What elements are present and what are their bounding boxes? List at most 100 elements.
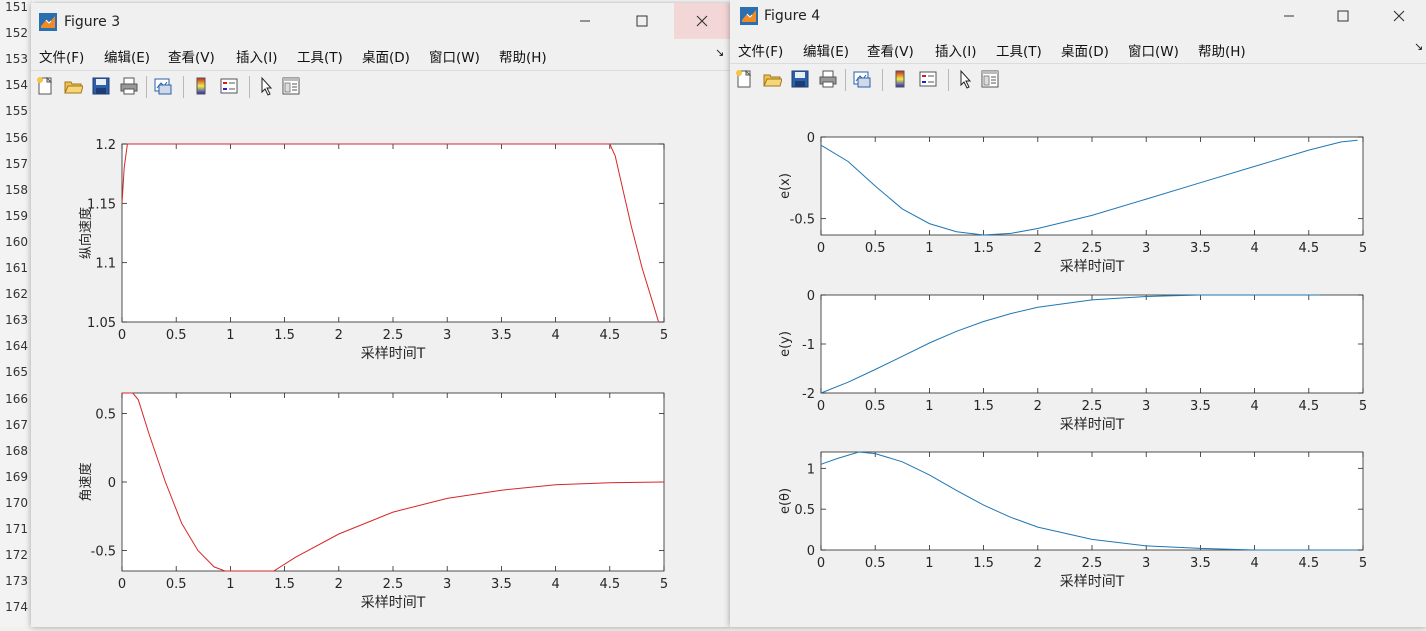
menu-item[interactable]: 查看(V) [867, 40, 914, 60]
toolbar-expand-icon[interactable]: ↘ [715, 46, 724, 59]
figure-3-window[interactable]: Figure 3 文件(F) 编辑(E) 查看(V) 插入(I) 工具(T) 桌面(D) 窗… [31, 3, 730, 627]
plot-area [820, 136, 1364, 236]
x-tick-label: 2 [1034, 399, 1042, 414]
matlab-logo-icon [740, 7, 758, 25]
line-number: 174 [5, 600, 28, 615]
x-tick-label: 0.5 [865, 241, 886, 256]
line-number: 172 [5, 548, 28, 563]
line-number: 159 [5, 208, 28, 223]
x-tick-label: 5 [660, 577, 668, 592]
axes[interactable]: 0 0.5 1 1.5 2 2.5 3 3.5 4 4.5 51.051.11.151.2采样时间T… [78, 138, 668, 362]
insert-legend-icon[interactable] [219, 76, 239, 96]
menu-item[interactable]: 桌面(D) [1061, 40, 1109, 60]
line-number: 164 [5, 339, 28, 354]
x-tick-label: 2 [335, 328, 343, 343]
line-number: 151 [5, 0, 28, 14]
axes[interactable]: 0 0.5 1 1.5 2 2.5 3 3.5 4 4.5 5 0 0.5 1 采样时间T e(θ) [778, 451, 1367, 590]
menu-item[interactable]: 编辑(E) [803, 40, 849, 60]
open-file-icon[interactable] [63, 76, 83, 96]
insert-colorbar-icon[interactable] [890, 69, 910, 89]
line-number: 168 [5, 443, 28, 458]
close-button[interactable] [1376, 0, 1422, 32]
y-tick-label: 1 [807, 462, 815, 477]
pointer-icon[interactable] [257, 76, 277, 96]
save-icon[interactable] [91, 76, 111, 96]
menu-item[interactable]: 帮助(H) [1198, 40, 1246, 60]
title-bar[interactable]: Figure 3 [31, 3, 730, 41]
x-tick-label: 3 [443, 577, 451, 592]
x-tick-label: 0 [118, 577, 126, 592]
link-plot-icon[interactable] [153, 76, 173, 96]
open-file-icon[interactable] [762, 69, 782, 89]
y-tick-label: -0.5 [790, 213, 815, 228]
axes[interactable]: 0 0.5 1 1.5 2 2.5 3 3.5 4 4.5 5 -2 -1 0 采样时间T e(y) [778, 289, 1367, 433]
pointer-icon[interactable] [956, 69, 976, 89]
menu-item[interactable]: 帮助(H) [499, 46, 547, 66]
y-tick-label: 0 [807, 544, 815, 559]
minimize-button[interactable] [562, 3, 608, 39]
menu-item[interactable]: 窗口(W) [1128, 40, 1179, 60]
axes[interactable]: 0 0.5 1 1.5 2 2.5 3 3.5 4 4.5 5 -0.5 0 0.5 采样时间T 角速度 [78, 392, 668, 611]
x-tick-label: 0 [817, 399, 825, 414]
maximize-icon [1337, 10, 1349, 22]
menu-item[interactable]: 文件(F) [738, 40, 783, 60]
property-inspector-icon[interactable] [980, 69, 1000, 89]
link-plot-icon[interactable] [852, 69, 872, 89]
figure-toolbar [31, 70, 730, 102]
x-tick-label: 2.5 [1082, 556, 1103, 571]
toolbar-separator [249, 76, 250, 98]
x-axis-label: 采样时间T [361, 346, 426, 362]
menu-item[interactable]: 窗口(W) [429, 46, 480, 66]
title-bar[interactable]: Figure 4 [730, 0, 1426, 32]
x-tick-label: 1.5 [274, 577, 295, 592]
print-icon[interactable] [119, 76, 139, 96]
figure-canvas: 0 0.5 1 1.5 2 2.5 3 3.5 4 4.5 5 -0.5 0 采样时间T e(x) 0 0.5 1… [730, 94, 1426, 627]
toolbar-expand-icon[interactable]: ↘ [1414, 40, 1423, 53]
matlab-logo-icon [39, 13, 57, 31]
close-button[interactable] [674, 3, 730, 39]
x-tick-label: 4.5 [1298, 399, 1319, 414]
figure-toolbar [730, 63, 1426, 95]
x-axis-label: 采样时间T [361, 595, 426, 611]
menu-item[interactable]: 文件(F) [39, 46, 84, 66]
maximize-icon [636, 15, 648, 27]
new-figure-icon[interactable] [734, 69, 754, 89]
new-figure-icon[interactable] [35, 76, 55, 96]
menu-bar: 文件(F) 编辑(E) 查看(V) 插入(I) 工具(T) 桌面(D) 窗口(W) 帮助(H)… [730, 35, 1426, 61]
x-tick-label: 3.5 [1190, 556, 1211, 571]
x-tick-label: 1.5 [973, 399, 994, 414]
line-number: 155 [5, 104, 28, 119]
minimize-button[interactable] [1266, 0, 1312, 32]
maximize-button[interactable] [1320, 0, 1366, 32]
x-tick-label: 3.5 [491, 328, 512, 343]
save-icon[interactable] [790, 69, 810, 89]
menu-item[interactable]: 查看(V) [168, 46, 215, 66]
x-tick-label: 2.5 [1082, 241, 1103, 256]
x-tick-label: 3.5 [1190, 241, 1211, 256]
x-tick-label: 4.5 [1298, 556, 1319, 571]
toolbar-separator [183, 76, 184, 98]
plot-area [820, 451, 1364, 551]
menu-item[interactable]: 插入(I) [935, 40, 977, 60]
figure-4-window[interactable]: Figure 4 文件(F) 编辑(E) 查看(V) 插入(I) 工具(T) 桌面(D) 窗… [730, 0, 1426, 627]
insert-colorbar-icon[interactable] [191, 76, 211, 96]
x-tick-label: 4.5 [599, 577, 620, 592]
menu-item[interactable]: 编辑(E) [104, 46, 150, 66]
toolbar-separator [882, 69, 883, 91]
y-axis-label: e(y) [778, 331, 793, 357]
line-number: 169 [5, 469, 28, 484]
insert-legend-icon[interactable] [918, 69, 938, 89]
x-tick-label: 4 [1250, 399, 1258, 414]
maximize-button[interactable] [619, 3, 665, 39]
y-tick-label: 0.5 [794, 503, 815, 518]
menu-item[interactable]: 桌面(D) [362, 46, 410, 66]
axes[interactable]: 0 0.5 1 1.5 2 2.5 3 3.5 4 4.5 5-0.50采样时间Te(x) [778, 131, 1367, 275]
minimize-icon [1284, 15, 1294, 17]
menu-item[interactable]: 工具(T) [297, 46, 343, 66]
print-icon[interactable] [818, 69, 838, 89]
menu-bar: 文件(F) 编辑(E) 查看(V) 插入(I) 工具(T) 桌面(D) 窗口(W) 帮助(H)… [31, 41, 730, 67]
menu-item[interactable]: 工具(T) [996, 40, 1042, 60]
property-inspector-icon[interactable] [281, 76, 301, 96]
line-number: 161 [5, 261, 28, 275]
menu-item[interactable]: 插入(I) [236, 46, 278, 66]
